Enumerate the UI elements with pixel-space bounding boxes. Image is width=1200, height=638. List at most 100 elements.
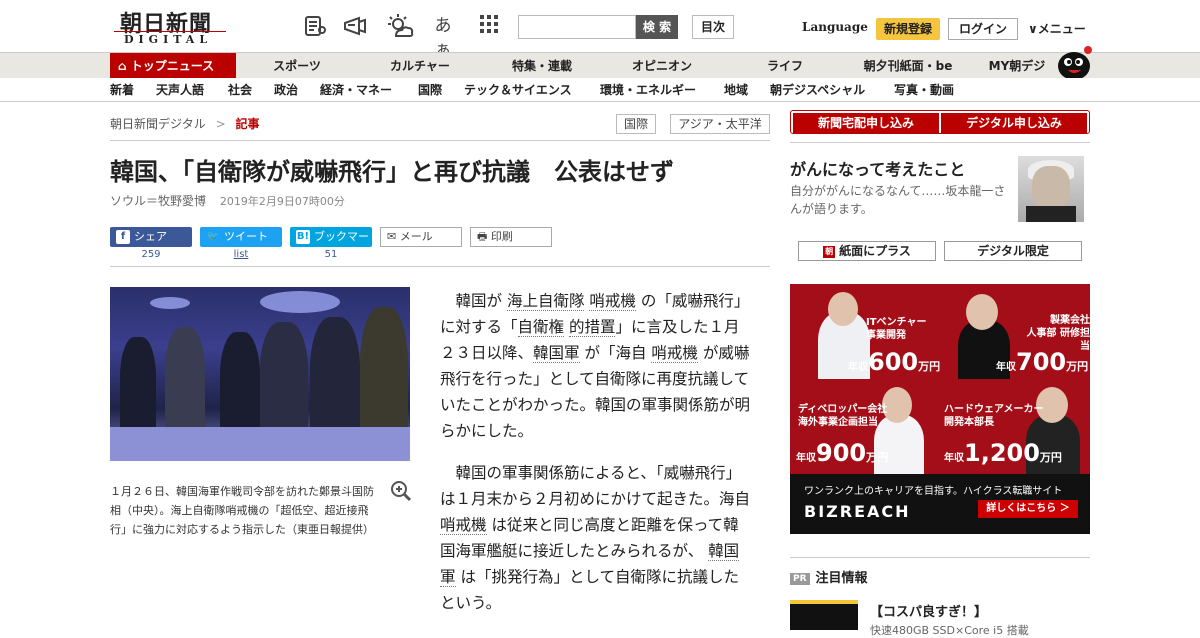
site-header: 朝日新聞 DIGITAL あぁ 検 索 目次 Language 新規登録 ログイ… [0, 0, 1200, 60]
bizreach-ad[interactable]: ITベンチャー 事業開発 年収600万円 製薬会社 人事部 研修担当 年収700… [790, 284, 1090, 534]
ad-cta-button[interactable]: 詳しくはこちら ＞ [978, 500, 1078, 518]
subnav-item[interactable]: 新着 [110, 78, 134, 102]
pr-title[interactable]: 【コスパ良すぎ！】 [870, 601, 987, 620]
ad-salary: 年収700万円 [996, 348, 1088, 376]
promo-title[interactable]: がんになって考えたこと [790, 156, 965, 180]
site-logo[interactable]: 朝日新聞 DIGITAL [110, 6, 230, 48]
keyword-link[interactable]: 韓国軍 [533, 344, 580, 363]
facebook-icon: f [116, 230, 130, 244]
subnav-item[interactable]: 地域 [724, 78, 748, 102]
nav-item[interactable]: 朝夕刊紙面・be [856, 53, 960, 79]
newspaper-icon[interactable] [302, 14, 328, 38]
digital-only-button[interactable]: デジタル限定 [944, 241, 1082, 261]
digital-signup-button[interactable]: デジタル申し込み [941, 113, 1087, 133]
ad-role: ディベロッパー会社 海外事業企画担当 [798, 404, 888, 428]
nav-item[interactable]: オピニオン [620, 53, 704, 79]
subnav-item[interactable]: 天声人語 [156, 78, 204, 102]
tag-link[interactable]: 国際 [616, 114, 656, 134]
subnav-item[interactable]: テック＆サイエンス [464, 78, 572, 102]
photo-light [260, 291, 340, 313]
zoom-icon[interactable] [390, 480, 412, 507]
article-photo[interactable] [110, 287, 410, 461]
facebook-share-button[interactable]: f シェア [110, 227, 192, 247]
tag-link[interactable]: アジア・太平洋 [670, 114, 770, 134]
nav-item[interactable]: ライフ [755, 53, 815, 79]
secondary-nav: 新着 天声人語 社会 政治 経済・マネー 国際 テック＆サイエンス 環境・エネル… [0, 78, 1200, 102]
toc-button[interactable]: 目次 [692, 15, 734, 39]
text: 韓国が [455, 292, 503, 310]
print-button[interactable]: 🖶 印刷 [470, 227, 552, 247]
publish-date: 2019年2月9日07時00分 [219, 195, 345, 208]
keyword-link[interactable]: 哨戒機 [651, 344, 698, 363]
pr-badge: PR [790, 572, 810, 585]
search-input[interactable] [518, 15, 636, 39]
nav-item[interactable]: 特集・連載 [500, 53, 584, 79]
mascot-icon [1054, 44, 1094, 80]
nav-top-news[interactable]: ⌂ トップニュース [110, 53, 236, 79]
article-body: 韓国が 海上自衛隊 哨戒機 の「威嚇飛行」に対する「自衛権 的措置」に言及した１… [440, 288, 750, 632]
twitter-list-link[interactable]: list [200, 249, 282, 260]
subnav-item[interactable]: 経済・マネー [320, 78, 392, 102]
ad-cell: ハードウェアメーカー 開発本部長 年収1,200万円 [940, 379, 1090, 474]
nav-item[interactable]: MY朝デジ [982, 53, 1052, 79]
hatena-count: 51 [324, 249, 338, 260]
article-title: 韓国、「自衛隊が威嚇飛行」と再び抗議 公表はせず [110, 158, 674, 186]
mail-button[interactable]: ✉ メール [380, 227, 462, 247]
ad-salary: 年収1,200万円 [944, 439, 1062, 467]
subnav-item[interactable]: 政治 [274, 78, 298, 102]
paragraph: 韓国が 海上自衛隊 哨戒機 の「威嚇飛行」に対する「自衛権 的措置」に言及した１… [440, 288, 750, 444]
keyword-link[interactable]: 的措置 [568, 318, 616, 337]
breadcrumb-home[interactable]: 朝日新聞デジタル [110, 117, 206, 131]
promo-thumbnail[interactable] [1018, 156, 1084, 222]
grid-icon[interactable] [476, 14, 502, 38]
megaphone-icon[interactable] [342, 14, 368, 38]
photo-figure [260, 322, 308, 442]
nav-item[interactable]: スポーツ [262, 53, 332, 79]
keyword-link[interactable]: 哨戒機 [440, 516, 487, 535]
photo-console [110, 427, 410, 461]
menu-button[interactable]: ∨メニュー [1028, 20, 1086, 37]
paper-plus-label: 紙面にプラス [839, 244, 911, 258]
divider [790, 557, 1090, 558]
twitter-share-button[interactable]: 🐦 ツイート [200, 227, 282, 247]
keyword-link[interactable]: 海上自衛隊 [506, 292, 585, 311]
paper-plus-button[interactable]: 朝紙面にプラス [798, 241, 936, 261]
ad-person-head [966, 294, 998, 330]
salary-unit: 万円 [866, 451, 889, 464]
thumbnail-body [1026, 206, 1076, 222]
nav-item[interactable]: カルチャー [380, 53, 460, 79]
subnav-item[interactable]: 国際 [418, 78, 442, 102]
language-link[interactable]: Language [802, 20, 868, 34]
salary-unit: 万円 [1066, 360, 1089, 373]
asahi-icon: 朝 [823, 245, 836, 258]
salary-prefix: 年収 [796, 453, 816, 464]
subnav-item[interactable]: 写真・動画 [894, 78, 954, 102]
photo-figure [220, 332, 260, 442]
facebook-count: 259 [141, 249, 161, 260]
pr-subtitle: 快速480GB SSD×Core i5 搭載 [870, 624, 1029, 637]
register-button[interactable]: 新規登録 [876, 18, 940, 40]
logo-rule [114, 31, 226, 32]
search-button[interactable]: 検 索 [636, 15, 678, 39]
login-button[interactable]: ログイン [948, 18, 1018, 40]
twitter-share-label: ツイート [224, 230, 268, 243]
weather-icon[interactable] [386, 14, 414, 38]
text-size-icon[interactable]: あぁ [430, 14, 456, 60]
ad-salary: 年収600万円 [848, 348, 940, 376]
logo-sub: DIGITAL [124, 33, 213, 46]
home-delivery-button[interactable]: 新聞宅配申し込み [793, 113, 939, 133]
photo-light [150, 297, 190, 309]
subnav-item[interactable]: 社会 [228, 78, 252, 102]
subnav-item[interactable]: 朝デジスペシャル [770, 78, 865, 102]
salary-prefix: 年収 [996, 362, 1016, 373]
home-icon: ⌂ [118, 59, 131, 73]
thumbnail-face [1032, 166, 1070, 210]
salary-prefix: 年収 [848, 362, 868, 373]
subnav-item[interactable]: 環境・エネルギー [600, 78, 696, 102]
ad-cell: ディベロッパー会社 海外事業企画担当 年収900万円 [790, 379, 940, 474]
hatena-bookmark-button[interactable]: B! ブックマーク [290, 227, 372, 263]
keyword-link[interactable]: 自衛権 [517, 318, 565, 337]
photo-figure [360, 307, 408, 447]
pr-thumbnail[interactable] [790, 600, 858, 630]
keyword-link[interactable]: 哨戒機 [589, 292, 636, 311]
